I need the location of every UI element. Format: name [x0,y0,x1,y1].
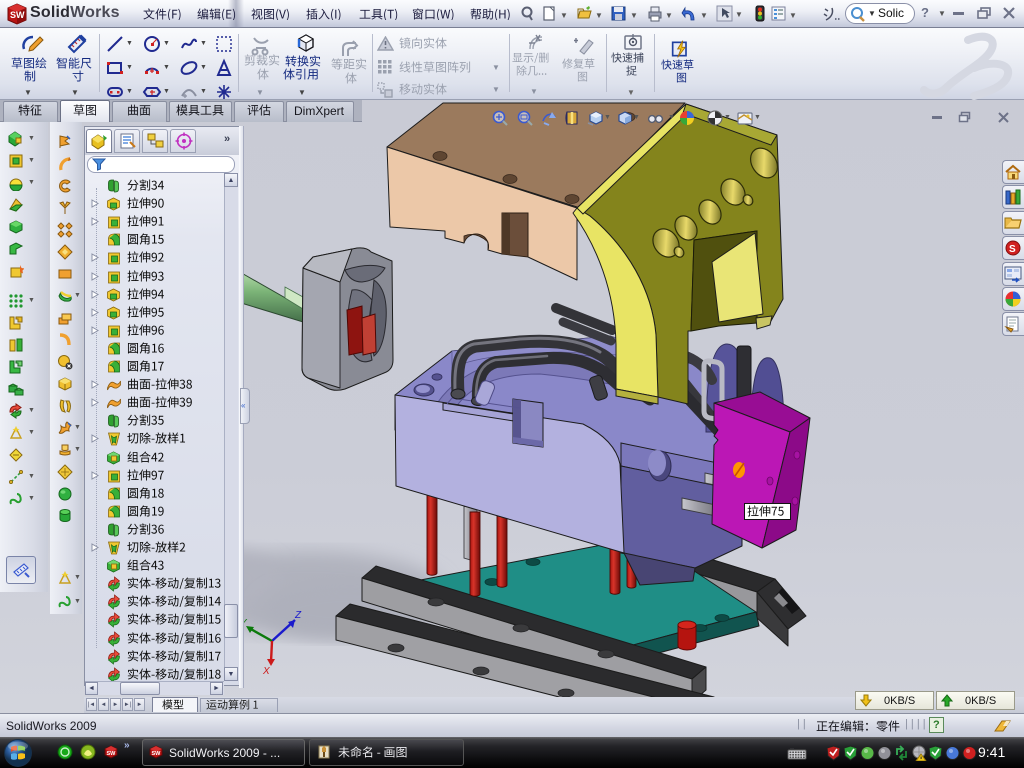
svg-text:X: X [262,666,270,677]
svg-text:SW: SW [10,10,25,20]
svg-text:····: ···· [790,747,794,751]
svg-text:S: S [1009,244,1016,255]
svg-text:SW: SW [107,751,117,757]
svg-text:SW: SW [152,751,162,757]
svg-text:Z: Z [294,610,302,621]
